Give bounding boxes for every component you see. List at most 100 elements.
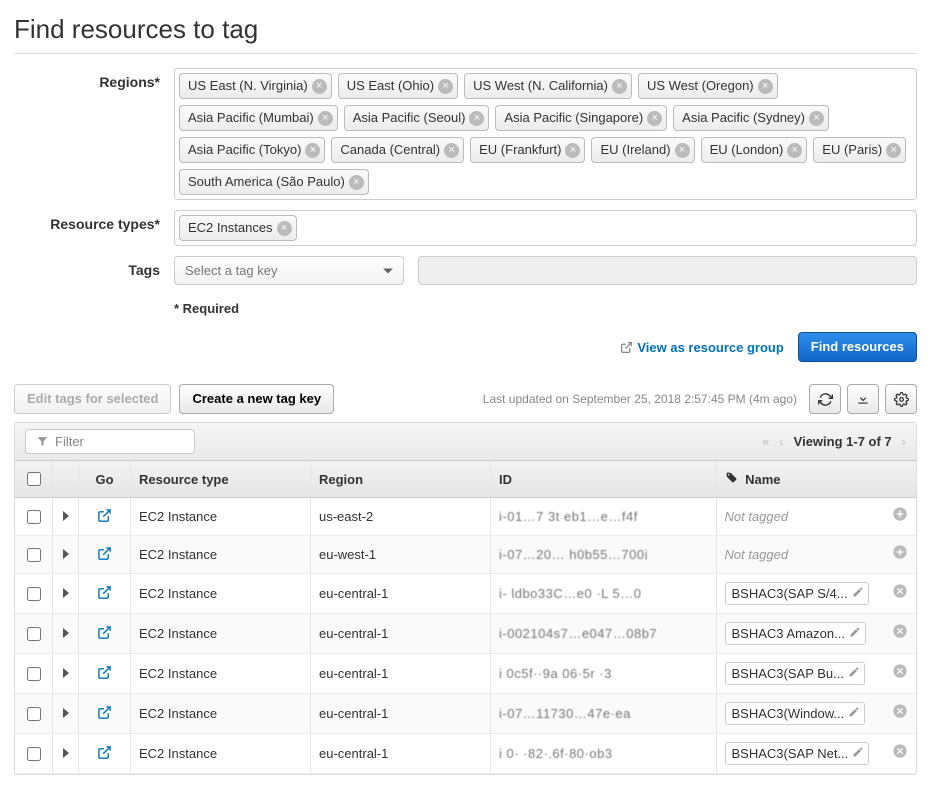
region-token-label: Asia Pacific (Singapore) <box>504 109 643 127</box>
add-tag-button[interactable] <box>892 506 908 527</box>
region-token[interactable]: Asia Pacific (Tokyo)× <box>179 137 325 163</box>
name-chip[interactable]: BSHAC3(SAP Net... <box>725 742 870 765</box>
open-resource-link[interactable] <box>97 705 113 721</box>
refresh-icon <box>818 392 833 407</box>
region-token[interactable]: US West (N. California)× <box>464 73 632 99</box>
find-resources-button[interactable]: Find resources <box>798 332 917 362</box>
name-chip[interactable]: BSHAC3(SAP Bu... <box>725 662 865 685</box>
row-checkbox[interactable] <box>27 747 41 761</box>
row-checkbox[interactable] <box>27 510 41 524</box>
expand-icon[interactable] <box>63 708 69 718</box>
cell-type: EC2 Instance <box>131 654 311 694</box>
remove-icon[interactable]: × <box>305 143 320 158</box>
regions-input[interactable]: US East (N. Virginia)×US East (Ohio)×US … <box>174 68 917 200</box>
name-chip[interactable]: BSHAC3(SAP S/4... <box>725 582 869 605</box>
download-button[interactable] <box>847 384 879 414</box>
name-chip[interactable]: BSHAC3 Amazon... <box>725 622 866 645</box>
pager-text: Viewing 1-7 of 7 <box>794 434 892 449</box>
region-token[interactable]: Asia Pacific (Singapore) × <box>495 105 667 131</box>
remove-icon[interactable]: × <box>312 79 327 94</box>
remove-icon[interactable]: × <box>318 111 333 126</box>
view-as-resource-group-link[interactable]: View as resource group <box>620 340 783 355</box>
region-token[interactable]: US West (Oregon)× <box>638 73 778 99</box>
remove-icon[interactable]: × <box>277 221 292 236</box>
resource-type-token[interactable]: EC2 Instances× <box>179 215 297 241</box>
column-header-name[interactable]: Name <box>716 461 916 498</box>
next-page-button[interactable]: › <box>902 434 906 449</box>
select-all-checkbox[interactable] <box>27 472 41 486</box>
external-link-icon <box>620 341 633 354</box>
cell-id: i 0c5f··9a 06·5r ·3 <box>491 654 717 694</box>
remove-icon[interactable]: × <box>349 175 364 190</box>
settings-button[interactable] <box>885 384 917 414</box>
create-tag-key-button[interactable]: Create a new tag key <box>179 384 334 414</box>
filter-input[interactable]: Filter <box>25 429 195 454</box>
edit-icon[interactable] <box>848 706 860 721</box>
region-token-label: EU (Frankfurt) <box>479 141 561 159</box>
row-checkbox[interactable] <box>27 627 41 641</box>
expand-icon[interactable] <box>63 511 69 521</box>
remove-icon[interactable]: × <box>444 143 459 158</box>
name-chip[interactable]: BSHAC3(Window... <box>725 702 866 725</box>
add-tag-button[interactable] <box>892 544 908 565</box>
column-header-go[interactable]: Go <box>79 461 131 498</box>
remove-icon[interactable]: × <box>469 111 484 126</box>
region-token[interactable]: EU (Ireland)× <box>591 137 694 163</box>
remove-icon[interactable]: × <box>612 79 627 94</box>
remove-icon[interactable]: × <box>886 143 901 158</box>
expand-icon[interactable] <box>63 628 69 638</box>
resource-types-input[interactable]: EC2 Instances× <box>174 210 917 246</box>
remove-icon[interactable]: × <box>787 143 802 158</box>
remove-icon[interactable]: × <box>647 111 662 126</box>
region-token[interactable]: EU (Paris)× <box>813 137 906 163</box>
remove-tag-button[interactable] <box>892 583 908 604</box>
open-resource-link[interactable] <box>97 585 113 601</box>
expand-icon[interactable] <box>63 588 69 598</box>
region-token[interactable]: EU (London)× <box>701 137 808 163</box>
open-resource-link[interactable] <box>97 508 113 524</box>
open-resource-link[interactable] <box>97 625 113 641</box>
open-resource-link[interactable] <box>97 665 113 681</box>
refresh-button[interactable] <box>809 384 841 414</box>
remove-tag-button[interactable] <box>892 703 908 724</box>
open-resource-link[interactable] <box>97 546 113 562</box>
column-header-id[interactable]: ID <box>491 461 717 498</box>
region-token[interactable]: South America (São Paulo)× <box>179 169 369 195</box>
open-resource-link[interactable] <box>97 745 113 761</box>
remove-tag-button[interactable] <box>892 623 908 644</box>
remove-icon[interactable]: × <box>675 143 690 158</box>
remove-tag-button[interactable] <box>892 743 908 764</box>
region-token[interactable]: Asia Pacific (Mumbai)× <box>179 105 338 131</box>
region-token[interactable]: Asia Pacific (Seoul)× <box>344 105 490 131</box>
region-token[interactable]: US East (N. Virginia)× <box>179 73 332 99</box>
edit-tags-button[interactable]: Edit tags for selected <box>14 384 171 414</box>
remove-icon[interactable]: × <box>758 79 773 94</box>
tag-key-dropdown[interactable]: Select a tag key <box>174 256 404 285</box>
column-header-type[interactable]: Resource type <box>131 461 311 498</box>
tag-value-input[interactable] <box>418 256 917 285</box>
row-checkbox[interactable] <box>27 667 41 681</box>
remove-icon[interactable]: × <box>438 79 453 94</box>
region-token[interactable]: EU (Frankfurt) × <box>470 137 585 163</box>
first-page-button[interactable]: « <box>762 434 769 449</box>
remove-tag-button[interactable] <box>892 663 908 684</box>
row-checkbox[interactable] <box>27 707 41 721</box>
row-checkbox[interactable] <box>27 587 41 601</box>
prev-page-button[interactable]: ‹ <box>779 434 783 449</box>
expand-icon[interactable] <box>63 549 69 559</box>
resource-types-label: Resource types* <box>14 210 174 246</box>
region-token[interactable]: Canada (Central)× <box>331 137 464 163</box>
edit-icon[interactable] <box>848 666 860 681</box>
column-header-region[interactable]: Region <box>311 461 491 498</box>
remove-icon[interactable]: × <box>809 111 824 126</box>
cell-type: EC2 Instance <box>131 614 311 654</box>
remove-icon[interactable]: × <box>565 143 580 158</box>
region-token[interactable]: US East (Ohio)× <box>338 73 458 99</box>
edit-icon[interactable] <box>852 746 864 761</box>
row-checkbox[interactable] <box>27 548 41 562</box>
edit-icon[interactable] <box>849 626 861 641</box>
region-token[interactable]: Asia Pacific (Sydney)× <box>673 105 829 131</box>
edit-icon[interactable] <box>852 586 864 601</box>
expand-icon[interactable] <box>63 748 69 758</box>
expand-icon[interactable] <box>63 668 69 678</box>
